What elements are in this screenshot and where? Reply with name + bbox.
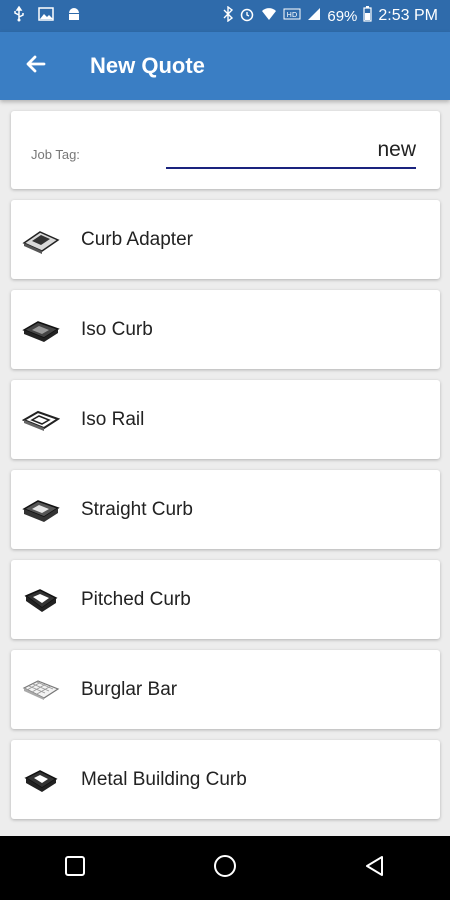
android-icon bbox=[66, 6, 82, 26]
product-item-curb-adapter[interactable]: Curb Adapter bbox=[11, 200, 440, 279]
product-item-iso-rail[interactable]: Iso Rail bbox=[11, 380, 440, 459]
bluetooth-icon bbox=[223, 5, 234, 26]
usb-icon bbox=[12, 5, 26, 26]
app-bar: New Quote bbox=[0, 32, 450, 100]
product-label: Burglar Bar bbox=[81, 678, 178, 700]
signal-icon bbox=[307, 7, 321, 25]
circle-icon bbox=[212, 853, 238, 884]
arrow-back-icon bbox=[24, 52, 48, 81]
job-tag-input[interactable]: new bbox=[166, 137, 416, 169]
status-bar: HD 69% 2:53 PM bbox=[0, 0, 450, 32]
iso-curb-icon bbox=[21, 315, 61, 345]
battery-percent: 69% bbox=[327, 7, 358, 25]
home-button[interactable] bbox=[195, 838, 255, 898]
product-label: Straight Curb bbox=[81, 498, 193, 520]
nav-back-button[interactable] bbox=[345, 838, 405, 898]
image-icon bbox=[38, 7, 54, 25]
product-item-burglar-bar[interactable]: Burglar Bar bbox=[11, 650, 440, 729]
product-item-iso-curb[interactable]: Iso Curb bbox=[11, 290, 440, 369]
alarm-icon bbox=[239, 6, 255, 26]
metal-building-curb-icon bbox=[21, 765, 61, 795]
back-button[interactable] bbox=[0, 32, 72, 100]
product-label: Iso Curb bbox=[81, 318, 153, 340]
product-label: Curb Adapter bbox=[81, 228, 193, 250]
product-item-pitched-curb[interactable]: Pitched Curb bbox=[11, 560, 440, 639]
clock: 2:53 PM bbox=[378, 7, 438, 24]
triangle-back-icon bbox=[363, 854, 387, 883]
quote-content: Job Tag: new Curb Adapter Iso Curb Iso R… bbox=[0, 100, 450, 836]
svg-text:HD: HD bbox=[287, 11, 298, 19]
job-tag-card: Job Tag: new bbox=[11, 111, 440, 189]
page-title: New Quote bbox=[90, 53, 205, 78]
product-item-metal-building-curb[interactable]: Metal Building Curb bbox=[11, 740, 440, 819]
battery-icon bbox=[363, 6, 373, 26]
pitched-curb-icon bbox=[21, 585, 61, 615]
wifi-icon bbox=[261, 7, 277, 25]
product-label: Iso Rail bbox=[81, 408, 145, 430]
product-label: Metal Building Curb bbox=[81, 768, 247, 790]
product-label: Pitched Curb bbox=[81, 588, 191, 610]
system-nav-bar bbox=[0, 836, 450, 900]
status-right-icons: HD 69% 2:53 PM bbox=[223, 5, 438, 26]
product-item-straight-curb[interactable]: Straight Curb bbox=[11, 470, 440, 549]
iso-rail-icon bbox=[21, 405, 61, 435]
curb-adapter-icon bbox=[21, 225, 61, 255]
status-left-icons bbox=[12, 5, 82, 26]
burglar-bar-icon bbox=[21, 675, 61, 705]
recents-button[interactable] bbox=[45, 838, 105, 898]
straight-curb-icon bbox=[21, 495, 61, 525]
job-tag-label: Job Tag: bbox=[31, 147, 80, 162]
square-icon bbox=[63, 854, 87, 883]
volte-icon: HD bbox=[283, 7, 301, 25]
